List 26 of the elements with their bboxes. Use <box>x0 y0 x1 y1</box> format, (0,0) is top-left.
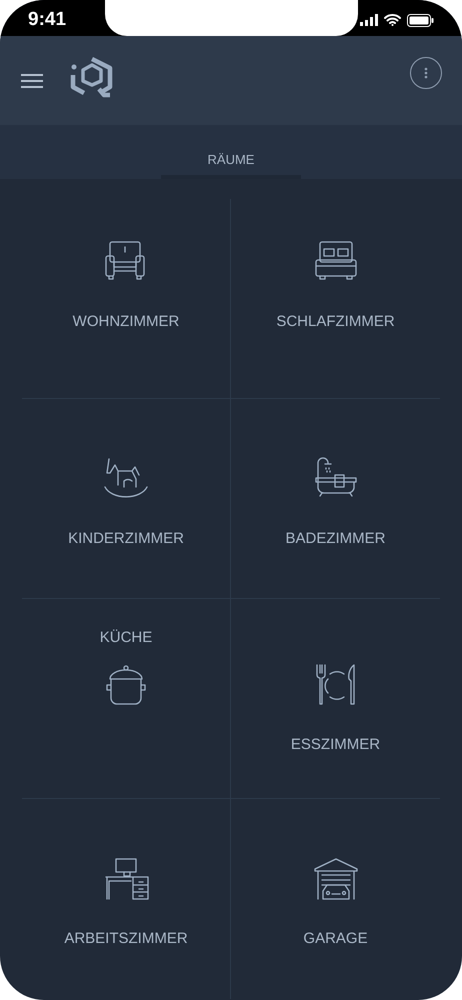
room-tile[interactable]: SCHLAFZIMMER <box>231 199 440 399</box>
room-label: ESSZIMMER <box>290 735 380 755</box>
status-time: 9:41 <box>28 8 66 32</box>
room-label: SCHLAFZIMMER <box>276 312 395 332</box>
more-vertical-icon <box>424 67 428 79</box>
room-label: ARBEITSZIMMER <box>64 929 188 949</box>
garage-car-icon <box>312 856 358 902</box>
battery-icon <box>407 14 434 26</box>
room-label: WOHNZIMMER <box>72 312 180 332</box>
room-tile[interactable]: KINDERZIMMER <box>22 399 231 599</box>
menu-icon <box>20 73 44 89</box>
room-tile[interactable]: GARAGE <box>231 799 440 999</box>
more-button[interactable] <box>410 57 442 89</box>
room-tile[interactable]: BADEZIMMER <box>231 399 440 599</box>
room-tile[interactable]: KÜCHE <box>22 599 231 799</box>
room-tile[interactable]: ESSZIMMER <box>231 599 440 799</box>
room-label: BADEZIMMER <box>285 529 386 549</box>
room-label: GARAGE <box>303 929 368 949</box>
room-tile[interactable]: ARBEITSZIMMER <box>22 799 231 999</box>
room-tile[interactable]: WOHNZIMMER <box>22 199 231 399</box>
wifi-icon <box>384 14 401 26</box>
logo-icon <box>70 56 114 99</box>
signal-icon <box>360 14 378 26</box>
room-label: KINDERZIMMER <box>68 529 184 549</box>
room-label: KÜCHE <box>100 628 152 648</box>
desk-computer-icon <box>103 856 149 902</box>
